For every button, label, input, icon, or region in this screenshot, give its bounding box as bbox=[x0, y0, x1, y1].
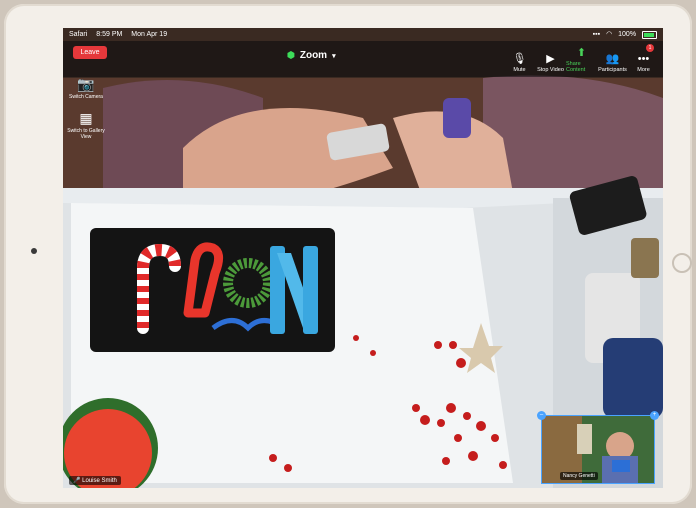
more-label: More bbox=[637, 67, 650, 73]
self-view-video[interactable]: Nancy Genetti bbox=[541, 415, 655, 484]
expand-selfview-icon[interactable]: + bbox=[650, 411, 659, 420]
stop-video-button[interactable]: ▶ Stop Video bbox=[535, 43, 566, 75]
back-to-app-label[interactable]: Safari bbox=[69, 31, 87, 38]
microphone-icon: 🎙 bbox=[512, 53, 527, 65]
participants-label: Participants bbox=[598, 67, 627, 73]
switch-camera-button[interactable]: 📷 Switch Camera bbox=[67, 76, 105, 100]
participants-icon: 👥 bbox=[605, 53, 620, 65]
share-content-label: Share Content bbox=[566, 61, 586, 73]
leave-button[interactable]: Leave bbox=[73, 46, 107, 59]
battery-percent: 100% bbox=[618, 31, 637, 39]
video-camera-icon: ▶ bbox=[546, 53, 555, 65]
share-content-button[interactable]: ⬆ Share Content bbox=[566, 43, 597, 75]
ios-status-bar: Safari 8:59 PM Mon Apr 19 ▪▪▪ ◠ 100% bbox=[63, 28, 663, 41]
main-participant-name: 🎤 Louise Smith bbox=[69, 476, 121, 485]
tablet-frame: Safari 8:59 PM Mon Apr 19 ▪▪▪ ◠ 100% Lea… bbox=[4, 4, 692, 504]
mute-button[interactable]: 🎙 Mute bbox=[504, 43, 535, 75]
meeting-top-bar: Leave ⬢ Zoom ▾ 🎙 Mute ▶ Stop Video ⬆ Sha… bbox=[63, 41, 663, 77]
share-screen-icon: ⬆ bbox=[576, 47, 587, 59]
self-participant-name: Nancy Genetti bbox=[560, 472, 598, 480]
mute-label: Mute bbox=[513, 67, 526, 73]
mic-muted-icon: 🎤 bbox=[73, 478, 81, 484]
meeting-title-dropdown[interactable]: ⬢ Zoom ▾ bbox=[287, 50, 336, 61]
meeting-toolbar: 🎙 Mute ▶ Stop Video ⬆ Share Content 👥 Pa… bbox=[504, 43, 659, 75]
stop-video-label: Stop Video bbox=[537, 67, 564, 73]
notification-badge: 1 bbox=[646, 44, 654, 52]
self-view-feed bbox=[542, 416, 654, 483]
zoom-screen: Safari 8:59 PM Mon Apr 19 ▪▪▪ ◠ 100% Lea… bbox=[63, 28, 663, 488]
chevron-down-icon: ▾ bbox=[332, 52, 336, 60]
participants-button[interactable]: 👥 Participants bbox=[597, 43, 628, 75]
camera-switch-icon: 📷 bbox=[77, 76, 95, 92]
signal-icon: ▪▪▪ bbox=[592, 31, 601, 39]
main-participant-name-text: Louise Smith bbox=[82, 478, 117, 484]
meeting-title: Zoom bbox=[299, 50, 328, 61]
wifi-icon: ◠ bbox=[606, 31, 613, 39]
front-camera bbox=[31, 248, 37, 254]
switch-camera-label: Switch Camera bbox=[69, 94, 103, 100]
more-button[interactable]: 1 ••• More bbox=[628, 43, 659, 75]
gallery-view-button[interactable]: ▦ Switch to Gallery View bbox=[67, 110, 105, 140]
clock-time: 8:59 PM bbox=[96, 31, 123, 38]
gallery-view-label: Switch to Gallery View bbox=[67, 128, 105, 140]
clock-date: Mon Apr 19 bbox=[131, 31, 168, 38]
more-icon: ••• bbox=[637, 53, 650, 65]
shield-icon: ⬢ bbox=[287, 50, 295, 60]
battery-icon bbox=[642, 30, 657, 39]
home-button[interactable] bbox=[672, 253, 692, 273]
grid-icon: ▦ bbox=[79, 110, 93, 126]
minimize-selfview-icon[interactable]: – bbox=[537, 411, 546, 420]
